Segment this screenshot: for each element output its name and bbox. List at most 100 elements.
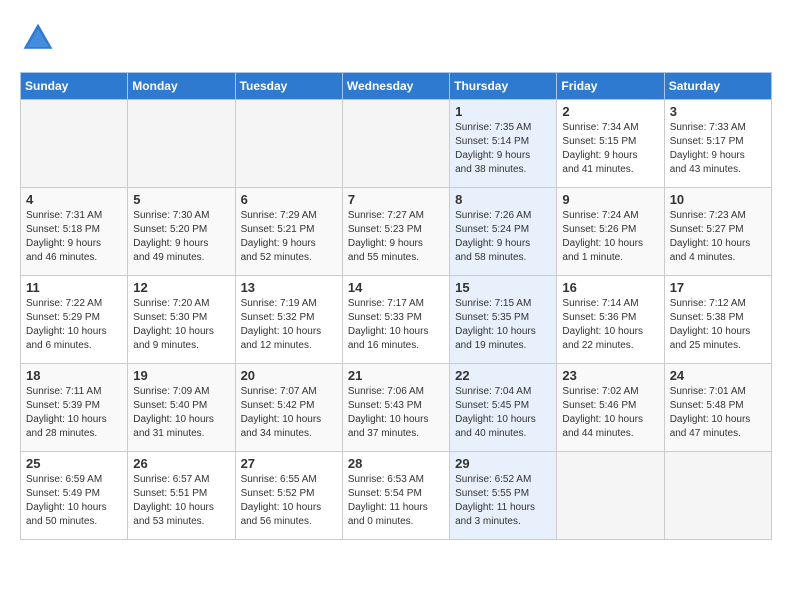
day-info: Sunrise: 7:24 AM Sunset: 5:26 PM Dayligh… [562, 209, 658, 265]
calendar-cell [235, 100, 342, 188]
day-info: Sunrise: 7:11 AM Sunset: 5:39 PM Dayligh… [26, 385, 122, 441]
calendar-cell: 15 Sunrise: 7:15 AM Sunset: 5:35 PM Dayli… [450, 276, 557, 364]
day-info: Sunrise: 7:12 AM Sunset: 5:38 PM Dayligh… [670, 297, 766, 353]
day-number: 15 [455, 280, 551, 295]
column-header-thursday: Thursday [450, 73, 557, 100]
day-number: 8 [455, 192, 551, 207]
calendar-cell: 9 Sunrise: 7:24 AM Sunset: 5:26 PM Daylig… [557, 188, 664, 276]
day-info: Sunrise: 7:19 AM Sunset: 5:32 PM Dayligh… [241, 297, 337, 353]
day-info: Sunrise: 7:35 AM Sunset: 5:14 PM Dayligh… [455, 121, 551, 177]
day-number: 21 [348, 368, 444, 383]
calendar-cell [557, 452, 664, 540]
day-info: Sunrise: 6:57 AM Sunset: 5:51 PM Dayligh… [133, 473, 229, 529]
day-info: Sunrise: 7:02 AM Sunset: 5:46 PM Dayligh… [562, 385, 658, 441]
calendar-header-row: SundayMondayTuesdayWednesdayThursdayFrid… [21, 73, 772, 100]
day-number: 26 [133, 456, 229, 471]
calendar-cell: 17Sunrise: 7:12 AM Sunset: 5:38 PM Dayli… [664, 276, 771, 364]
day-number: 11 [26, 280, 122, 295]
day-number: 4 [26, 192, 122, 207]
day-info: Sunrise: 7:30 AM Sunset: 5:20 PM Dayligh… [133, 209, 229, 265]
calendar-cell: 29 Sunrise: 6:52 AM Sunset: 5:55 PM Dayli… [450, 452, 557, 540]
calendar-week-3: 11 Sunrise: 7:22 AM Sunset: 5:29 PM Dayli… [21, 276, 772, 364]
day-number: 24 [670, 368, 766, 383]
day-number: 22 [455, 368, 551, 383]
day-info: Sunrise: 7:15 AM Sunset: 5:35 PM Dayligh… [455, 297, 551, 353]
calendar-cell: 13 Sunrise: 7:19 AM Sunset: 5:32 PM Dayli… [235, 276, 342, 364]
day-info: Sunrise: 7:23 AM Sunset: 5:27 PM Dayligh… [670, 209, 766, 265]
calendar-cell [128, 100, 235, 188]
calendar-cell: 16 Sunrise: 7:14 AM Sunset: 5:36 PM Dayli… [557, 276, 664, 364]
calendar-cell: 27 Sunrise: 6:55 AM Sunset: 5:52 PM Dayli… [235, 452, 342, 540]
day-info: Sunrise: 7:06 AM Sunset: 5:43 PM Dayligh… [348, 385, 444, 441]
column-header-sunday: Sunday [21, 73, 128, 100]
calendar-cell [21, 100, 128, 188]
day-number: 25 [26, 456, 122, 471]
day-number: 5 [133, 192, 229, 207]
calendar-cell: 14 Sunrise: 7:17 AM Sunset: 5:33 PM Dayli… [342, 276, 449, 364]
day-info: Sunrise: 6:55 AM Sunset: 5:52 PM Dayligh… [241, 473, 337, 529]
calendar-cell [342, 100, 449, 188]
day-number: 2 [562, 104, 658, 119]
day-info: Sunrise: 6:59 AM Sunset: 5:49 PM Dayligh… [26, 473, 122, 529]
calendar-cell: 7 Sunrise: 7:27 AM Sunset: 5:23 PM Daylig… [342, 188, 449, 276]
day-number: 16 [562, 280, 658, 295]
calendar-cell: 28Sunrise: 6:53 AM Sunset: 5:54 PM Dayli… [342, 452, 449, 540]
day-info: Sunrise: 7:14 AM Sunset: 5:36 PM Dayligh… [562, 297, 658, 353]
day-info: Sunrise: 7:26 AM Sunset: 5:24 PM Dayligh… [455, 209, 551, 265]
calendar-cell: 5 Sunrise: 7:30 AM Sunset: 5:20 PM Daylig… [128, 188, 235, 276]
day-info: Sunrise: 7:27 AM Sunset: 5:23 PM Dayligh… [348, 209, 444, 265]
day-info: Sunrise: 7:17 AM Sunset: 5:33 PM Dayligh… [348, 297, 444, 353]
day-info: Sunrise: 7:22 AM Sunset: 5:29 PM Dayligh… [26, 297, 122, 353]
column-header-friday: Friday [557, 73, 664, 100]
day-number: 10 [670, 192, 766, 207]
day-number: 7 [348, 192, 444, 207]
calendar-cell: 23 Sunrise: 7:02 AM Sunset: 5:46 PM Dayli… [557, 364, 664, 452]
calendar-cell: 19Sunrise: 7:09 AM Sunset: 5:40 PM Dayli… [128, 364, 235, 452]
calendar-cell: 6Sunrise: 7:29 AM Sunset: 5:21 PM Daylig… [235, 188, 342, 276]
day-number: 13 [241, 280, 337, 295]
day-number: 20 [241, 368, 337, 383]
calendar-cell: 10 Sunrise: 7:23 AM Sunset: 5:27 PM Dayli… [664, 188, 771, 276]
calendar-table: SundayMondayTuesdayWednesdayThursdayFrid… [20, 72, 772, 540]
calendar-cell: 25 Sunrise: 6:59 AM Sunset: 5:49 PM Dayli… [21, 452, 128, 540]
calendar-cell: 12 Sunrise: 7:20 AM Sunset: 5:30 PM Dayli… [128, 276, 235, 364]
calendar-week-2: 4 Sunrise: 7:31 AM Sunset: 5:18 PM Daylig… [21, 188, 772, 276]
day-number: 12 [133, 280, 229, 295]
calendar-cell: 21 Sunrise: 7:06 AM Sunset: 5:43 PM Dayli… [342, 364, 449, 452]
calendar-cell: 8 Sunrise: 7:26 AM Sunset: 5:24 PM Daylig… [450, 188, 557, 276]
day-info: Sunrise: 7:09 AM Sunset: 5:40 PM Dayligh… [133, 385, 229, 441]
day-info: Sunrise: 7:20 AM Sunset: 5:30 PM Dayligh… [133, 297, 229, 353]
calendar-week-4: 18 Sunrise: 7:11 AM Sunset: 5:39 PM Dayli… [21, 364, 772, 452]
day-number: 9 [562, 192, 658, 207]
day-info: Sunrise: 7:01 AM Sunset: 5:48 PM Dayligh… [670, 385, 766, 441]
day-number: 27 [241, 456, 337, 471]
day-info: Sunrise: 6:52 AM Sunset: 5:55 PM Dayligh… [455, 473, 551, 529]
day-info: Sunrise: 7:31 AM Sunset: 5:18 PM Dayligh… [26, 209, 122, 265]
day-number: 18 [26, 368, 122, 383]
calendar-cell: 26 Sunrise: 6:57 AM Sunset: 5:51 PM Dayli… [128, 452, 235, 540]
calendar-cell: 1 Sunrise: 7:35 AM Sunset: 5:14 PM Daylig… [450, 100, 557, 188]
column-header-monday: Monday [128, 73, 235, 100]
column-header-wednesday: Wednesday [342, 73, 449, 100]
calendar-week-5: 25 Sunrise: 6:59 AM Sunset: 5:49 PM Dayli… [21, 452, 772, 540]
day-info: Sunrise: 7:07 AM Sunset: 5:42 PM Dayligh… [241, 385, 337, 441]
day-number: 3 [670, 104, 766, 119]
calendar-cell: 4 Sunrise: 7:31 AM Sunset: 5:18 PM Daylig… [21, 188, 128, 276]
day-info: Sunrise: 7:33 AM Sunset: 5:17 PM Dayligh… [670, 121, 766, 177]
calendar-cell: 18 Sunrise: 7:11 AM Sunset: 5:39 PM Dayli… [21, 364, 128, 452]
calendar-cell: 22 Sunrise: 7:04 AM Sunset: 5:45 PM Dayli… [450, 364, 557, 452]
day-number: 1 [455, 104, 551, 119]
day-number: 23 [562, 368, 658, 383]
day-number: 28 [348, 456, 444, 471]
day-number: 29 [455, 456, 551, 471]
calendar-cell: 2 Sunrise: 7:34 AM Sunset: 5:15 PM Daylig… [557, 100, 664, 188]
calendar-cell: 3 Sunrise: 7:33 AM Sunset: 5:17 PM Daylig… [664, 100, 771, 188]
day-number: 14 [348, 280, 444, 295]
column-header-saturday: Saturday [664, 73, 771, 100]
calendar-cell: 20 Sunrise: 7:07 AM Sunset: 5:42 PM Dayli… [235, 364, 342, 452]
day-number: 6 [241, 192, 337, 207]
calendar-cell: 11 Sunrise: 7:22 AM Sunset: 5:29 PM Dayli… [21, 276, 128, 364]
day-info: Sunrise: 7:04 AM Sunset: 5:45 PM Dayligh… [455, 385, 551, 441]
day-info: Sunrise: 7:34 AM Sunset: 5:15 PM Dayligh… [562, 121, 658, 177]
calendar-cell [664, 452, 771, 540]
